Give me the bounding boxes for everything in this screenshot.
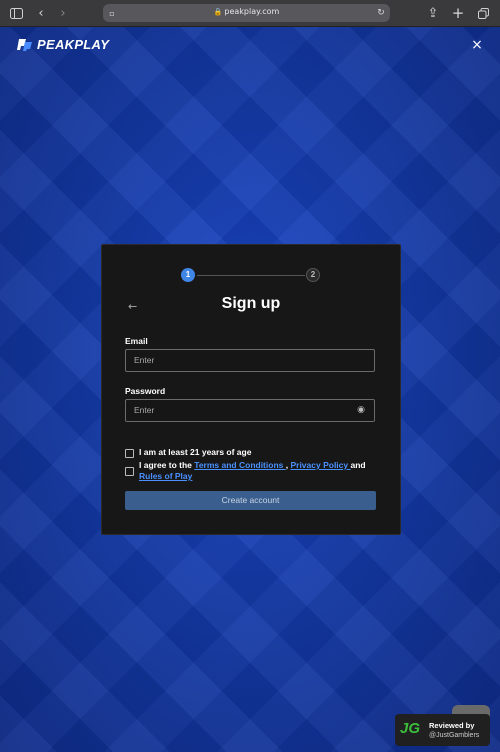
review-badge-handle: @JustGamblers — [429, 732, 480, 739]
share-icon[interactable]: ⇪ — [426, 4, 440, 22]
back-icon[interactable]: ‹ — [34, 4, 48, 22]
terms-link[interactable]: Terms and Conditions — [194, 460, 285, 470]
brand-name: PEAKPLAY — [37, 36, 110, 52]
email-label: Email — [125, 336, 148, 346]
url-bar[interactable]: ▫ 🔒 peakplay.com ↻ — [103, 4, 390, 22]
modal-title: Sign up — [221, 295, 281, 312]
rules-of-play-link[interactable]: Rules of Play — [139, 471, 192, 481]
step-indicator-1: 1 — [181, 268, 195, 282]
email-field[interactable]: Enter — [125, 349, 375, 372]
signup-modal: 1 2 ← Sign up Email Enter Password Enter… — [101, 244, 401, 535]
review-badge[interactable]: JG Reviewed by @JustGamblers — [395, 714, 490, 746]
peakplay-logo-icon — [17, 38, 32, 51]
agree-checkbox[interactable] — [125, 467, 134, 476]
brand-logo[interactable]: PEAKPLAY — [16, 36, 109, 52]
new-tab-icon[interactable]: + — [451, 4, 465, 22]
url-text: 🔒 peakplay.com — [213, 7, 280, 16]
close-icon[interactable]: × — [470, 38, 484, 52]
show-password-eye-icon[interactable]: ◉ — [357, 400, 365, 421]
lock-icon: 🔒 — [213, 8, 223, 16]
forward-icon[interactable]: › — [56, 4, 70, 22]
age-check-label: I am at least 21 years of age — [139, 447, 252, 457]
review-badge-title: Reviewed by — [429, 721, 475, 730]
privacy-policy-link[interactable]: Privacy Policy — [290, 460, 350, 470]
justgamblers-logo: JG — [400, 720, 421, 737]
step-indicator-2: 2 — [306, 268, 320, 282]
age-checkbox[interactable] — [125, 449, 134, 458]
sidebar-icon[interactable] — [8, 4, 24, 22]
step-progress-line — [197, 275, 305, 276]
tabs-icon[interactable] — [476, 4, 490, 22]
agree-label: I agree to the Terms and Conditions , Pr… — [139, 460, 366, 481]
email-placeholder: Enter — [134, 355, 155, 365]
password-field[interactable]: Enter ◉ — [125, 399, 375, 422]
password-label: Password — [125, 386, 166, 396]
password-placeholder: Enter — [134, 405, 155, 415]
reload-icon[interactable]: ↻ — [376, 4, 386, 22]
browser-toolbar: ‹ › ▫ 🔒 peakplay.com ↻ ⇪ + — [0, 0, 500, 27]
create-account-button[interactable]: Create account — [125, 491, 376, 510]
